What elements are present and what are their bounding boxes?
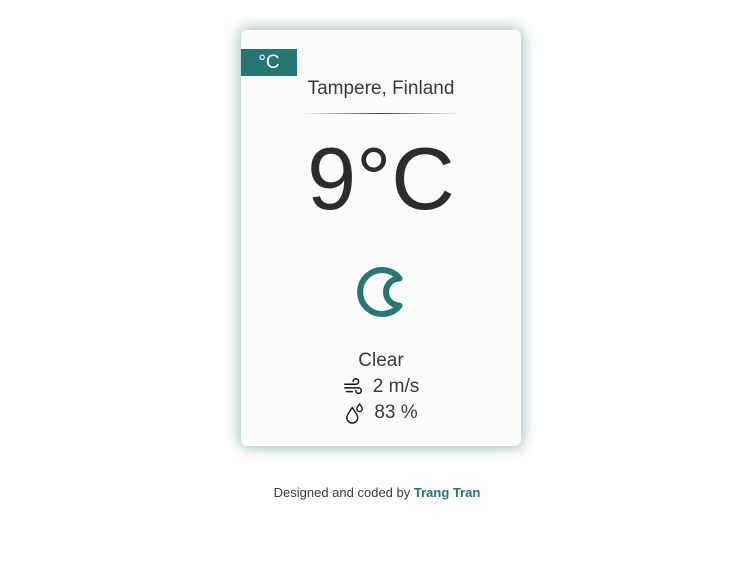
wind-speed: 2 m/s: [372, 376, 420, 397]
author-link[interactable]: Trang Tran: [414, 485, 480, 500]
humidity-value: 83 %: [374, 402, 418, 423]
weather-condition: Clear: [358, 350, 404, 371]
temperature-value: 9°C: [307, 129, 455, 228]
humidity-row: 83 %: [241, 402, 521, 424]
wind-row: 2 m/s: [241, 376, 521, 398]
droplets-icon: [346, 403, 364, 424]
wind-icon: [343, 378, 362, 395]
crescent-moon-icon: [357, 267, 403, 317]
divider: [301, 113, 461, 114]
unit-toggle-button[interactable]: °C: [241, 49, 297, 76]
footer-credit: Designed and coded by Trang Tran: [0, 485, 754, 500]
weather-card: °C Tampere, Finland 9°C Clear 2 m/s 83 %: [241, 30, 521, 446]
location-label: Tampere, Finland: [307, 78, 455, 99]
credit-prefix: Designed and coded by: [273, 485, 411, 500]
